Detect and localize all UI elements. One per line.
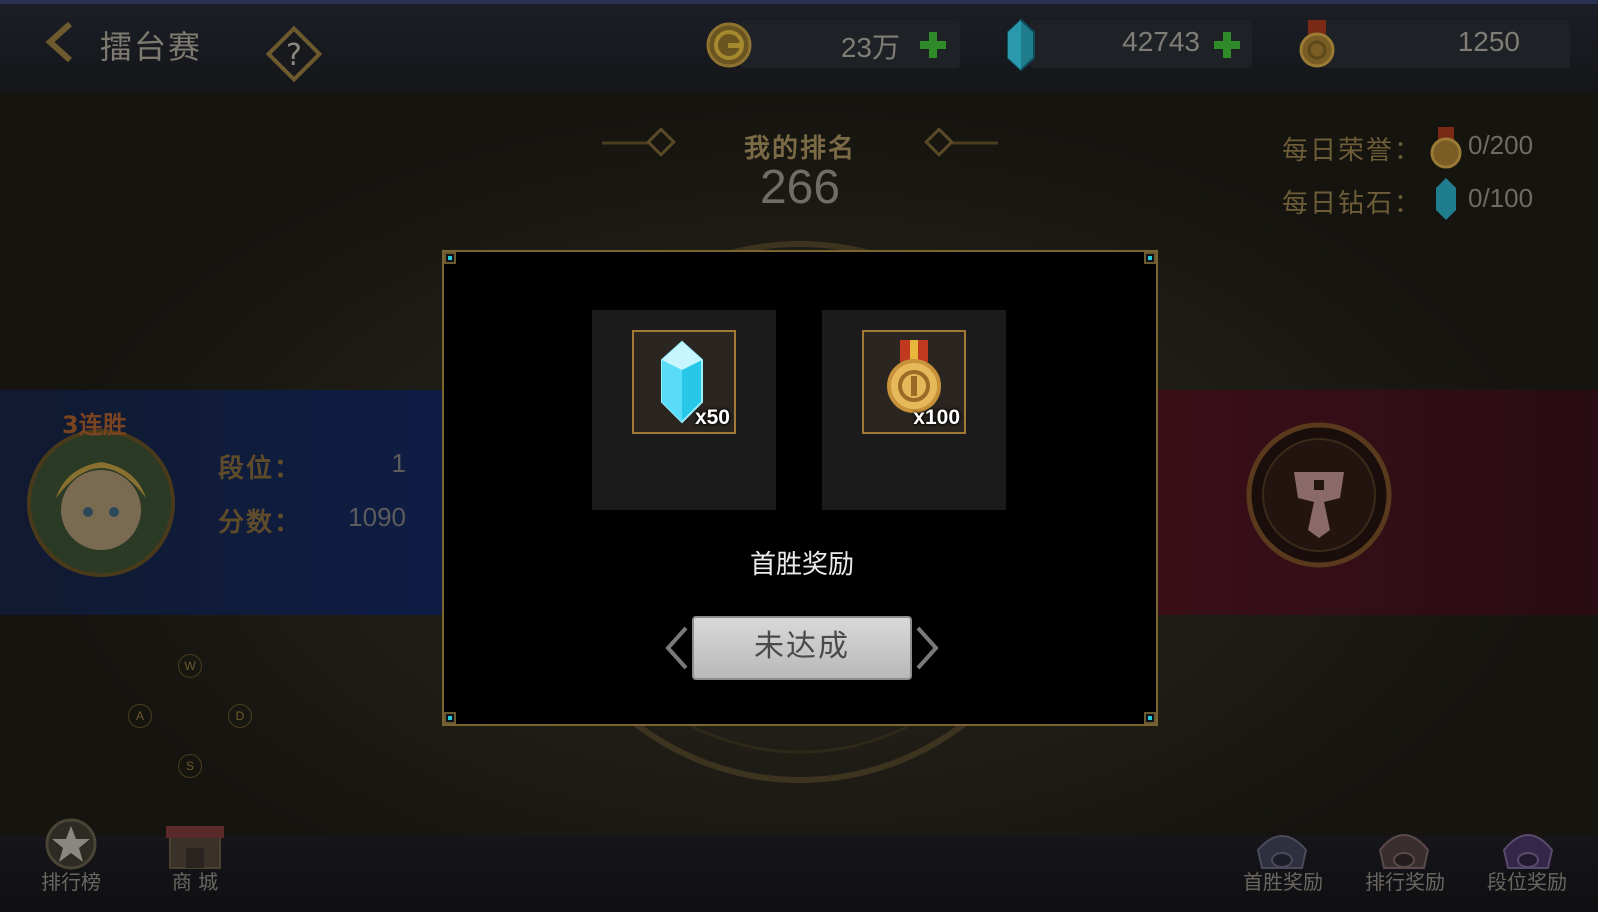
ornament-left-icon [602,128,676,157]
ornament-right-icon [924,128,998,157]
key-s[interactable]: S [178,754,202,778]
help-button[interactable]: ? [262,22,326,86]
first-win-reward-label[interactable]: 首胜奖励 [1228,866,1338,895]
key-d[interactable]: D [228,704,252,728]
tier-label: 段位： [218,454,303,484]
back-arrow-icon[interactable] [40,22,80,62]
first-win-reward-icon[interactable] [1250,820,1314,872]
svg-text:?: ? [286,38,302,73]
player-avatar[interactable] [26,428,176,578]
reward-item-diamond[interactable]: x50 [632,330,736,434]
gold-coin-icon [706,22,752,68]
corner-decoration [444,252,456,264]
win-streak-label: 3连胜 [62,411,127,439]
add-gold-button[interactable] [918,30,948,60]
add-diamond-button[interactable] [1212,30,1242,60]
reward-slot: x50 [592,310,776,510]
opponent-emblem-icon[interactable] [1244,420,1394,570]
chevron-right-icon [916,626,939,670]
reward-count: x50 [694,406,730,429]
my-rank-value: 266 [759,161,841,214]
key-a[interactable]: A [128,704,152,728]
daily-honor-value: 0/200 [1468,130,1534,160]
corner-decoration [1144,252,1156,264]
status-button[interactable]: 未达成 [692,616,912,680]
corner-decoration [444,712,456,724]
first-win-reward-dialog: x50 x100 首胜奖励 未达成 [442,250,1158,726]
tier-value: 1 [391,448,406,478]
medal-icon [1299,20,1335,68]
chevron-left-icon [665,626,688,670]
dialog-title: 首胜奖励 [749,550,854,580]
daily-diamond-icon [1436,178,1456,220]
score-label: 分数： [218,508,303,538]
corner-decoration [1144,712,1156,724]
arena-screen: 擂台赛 ? 23万 42743 1250 我的排名 266 每日荣誉： 0/20… [0,0,1598,912]
diamond-value: 42743 [1122,26,1200,57]
score-value: 1090 [348,502,406,532]
leaderboard-label[interactable]: 排行榜 [16,866,126,895]
daily-diamond-value: 0/100 [1468,183,1534,213]
rank-reward-label[interactable]: 排行奖励 [1350,866,1460,895]
reward-item-medal[interactable]: x100 [862,330,966,434]
medal-icon [887,340,941,413]
key-w[interactable]: W [178,654,202,678]
daily-diamond-label: 每日钻石： [1282,189,1423,219]
tier-reward-label[interactable]: 段位奖励 [1472,866,1582,895]
honor-value: 1250 [1457,26,1520,57]
shop-label[interactable]: 商 城 [140,866,250,895]
daily-honor-label: 每日荣誉： [1282,136,1423,166]
daily-honor-medal-icon [1430,127,1462,169]
tier-reward-icon[interactable] [1496,818,1560,872]
reward-count: x100 [913,406,960,429]
reward-slot: x100 [822,310,1006,510]
gold-value: 23万 [840,32,900,63]
page-title: 擂台赛 [100,28,203,66]
rank-reward-icon[interactable] [1372,818,1436,872]
diamond-icon [1007,18,1035,72]
